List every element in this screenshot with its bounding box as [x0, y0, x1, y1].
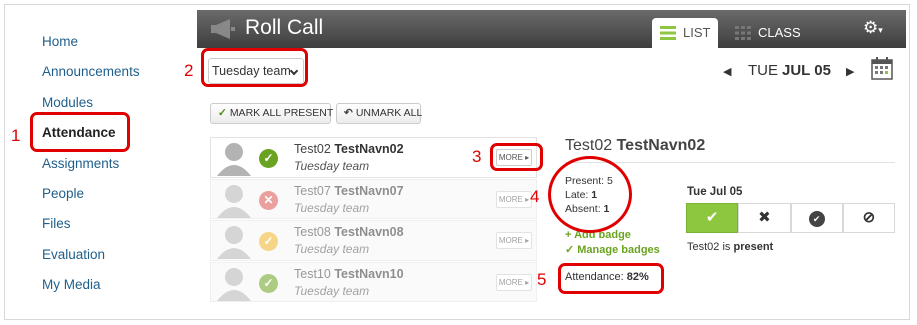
grid-icon: [735, 26, 751, 40]
avatar: [217, 226, 251, 259]
more-button[interactable]: MORE ▸: [496, 190, 532, 208]
checkmark-icon: ✔: [705, 209, 719, 226]
status-late-icon: ✓: [259, 232, 278, 251]
annotation-box-more: [490, 143, 543, 171]
status-absent-icon: ✕: [259, 190, 278, 210]
mark-all-present-button[interactable]: ✓ MARK ALL PRESENT: [210, 103, 333, 124]
tab-list[interactable]: LIST: [652, 18, 718, 48]
tab-class-label: CLASS: [758, 25, 801, 40]
avatar: [217, 143, 251, 176]
nav-item-home[interactable]: Home: [42, 30, 140, 60]
student-team: Tuesday team: [294, 242, 370, 256]
clock-check-icon: ✔: [808, 211, 825, 227]
nav-item-my-media[interactable]: My Media: [42, 273, 140, 303]
student-row[interactable]: ✕ Test07 TestNavn07 Tuesday team MORE ▸: [210, 178, 537, 219]
megaphone-icon: [211, 19, 235, 39]
course-nav: Home Announcements Modules Attendance As…: [42, 30, 140, 304]
student-list: ✓ Test02 TestNavn02 Tuesday team MORE ▸ …: [210, 137, 537, 303]
nav-item-assignments[interactable]: Assignments: [42, 152, 140, 182]
excused-icon: ⊘: [862, 209, 876, 226]
date-weekday: TUE: [748, 62, 778, 79]
annotation-box-attendance-pct: [558, 263, 664, 294]
more-button[interactable]: MORE ▸: [496, 273, 532, 291]
date-main: JUL 05: [782, 62, 831, 79]
nav-item-evaluation[interactable]: Evaluation: [42, 243, 140, 273]
app-title: Roll Call: [245, 16, 324, 39]
attendance-day: Tue Jul 05: [687, 186, 743, 198]
student-row[interactable]: ✓ Test10 TestNavn10 Tuesday team MORE ▸: [210, 261, 537, 302]
status-present-icon: ✓: [259, 149, 278, 168]
annotation-number: 4: [530, 187, 540, 206]
student-name: Test02 TestNavn02: [294, 142, 404, 156]
nav-item-people[interactable]: People: [42, 182, 140, 212]
x-icon: ✖: [758, 209, 771, 226]
annotation-box-attendance: [30, 112, 130, 152]
manage-badges-link[interactable]: ✓ Manage badges: [565, 243, 660, 256]
attendance-buttons: ✔ ✖ ✔ ⊘: [686, 203, 895, 233]
student-row[interactable]: ✓ Test02 TestNavn02 Tuesday team MORE ▸: [210, 137, 537, 178]
tab-class[interactable]: CLASS: [727, 18, 807, 48]
annotation-number: 1: [11, 126, 21, 145]
student-team: Tuesday team: [294, 283, 370, 298]
mark-absent-button[interactable]: ✖: [738, 203, 791, 233]
annotation-number: 5: [537, 270, 547, 289]
student-team: Tuesday team: [294, 200, 370, 215]
annotation-circle-stats: [548, 156, 632, 233]
checkmark-icon: ✓: [218, 107, 227, 119]
calendar-icon[interactable]: [871, 56, 893, 80]
more-button[interactable]: MORE ▸: [496, 232, 532, 249]
mark-late-button[interactable]: ✔: [790, 203, 843, 233]
unmark-all-button[interactable]: ↶ UNMARK ALL: [336, 103, 422, 124]
nav-item-announcements[interactable]: Announcements: [42, 60, 140, 90]
tab-list-label: LIST: [683, 25, 711, 40]
list-icon: [660, 26, 676, 40]
mark-excused-button[interactable]: ⊘: [842, 203, 895, 233]
undo-icon: ↶: [344, 107, 353, 119]
avatar: [217, 267, 251, 301]
avatar: [217, 184, 251, 218]
student-name: Test10 TestNavn10: [294, 266, 404, 281]
nav-item-files[interactable]: Files: [42, 212, 140, 242]
title-bar: Roll Call LIST CLASS ⚙▾: [197, 10, 906, 48]
next-date-icon[interactable]: ▶: [846, 65, 854, 78]
student-row[interactable]: ✓ Test08 TestNavn08 Tuesday team MORE ▸: [210, 220, 537, 261]
detail-student-name: Test02 TestNavn02: [565, 137, 706, 154]
present-status-text: Test02 is present: [687, 241, 774, 253]
student-name: Test07 TestNavn07: [294, 183, 404, 198]
annotation-box-team-select: [201, 48, 308, 87]
prev-date-icon[interactable]: ◀: [723, 65, 731, 78]
annotation-number: 3: [472, 147, 482, 166]
student-name: Test08 TestNavn08: [294, 225, 404, 239]
gear-icon[interactable]: ⚙▾: [863, 18, 893, 38]
mark-present-button[interactable]: ✔: [686, 203, 739, 233]
annotation-number: 2: [184, 61, 194, 80]
student-team: Tuesday team: [294, 159, 370, 173]
status-present-icon: ✓: [259, 273, 278, 293]
